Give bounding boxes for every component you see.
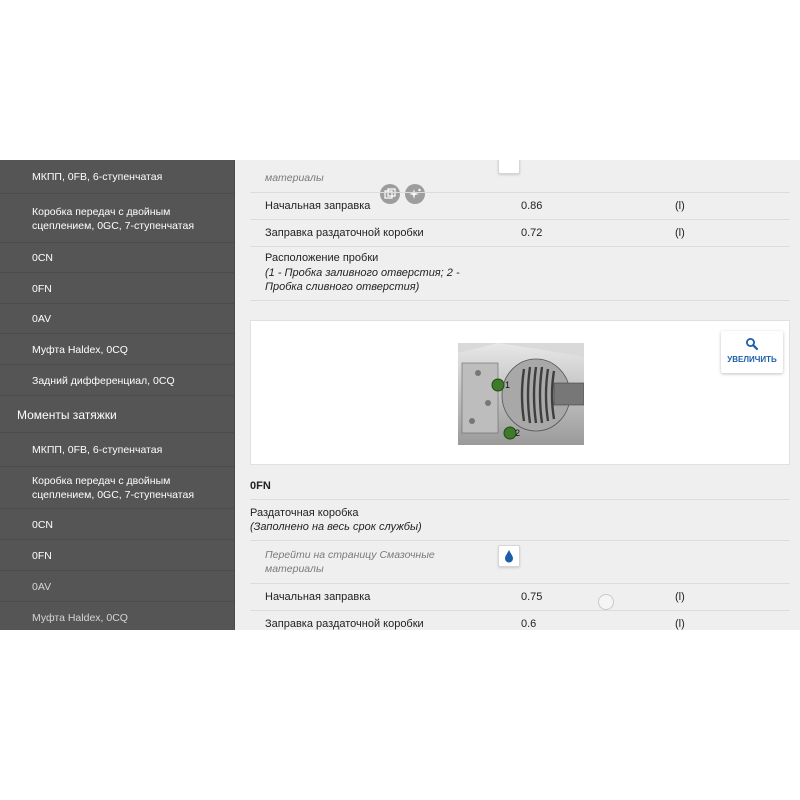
diagram-label-2: 2 (515, 428, 520, 438)
sidebar-item-haldex-0cq[interactable]: Муфта Haldex, 0CQ (0, 335, 235, 365)
lubricants-link-partial[interactable]: материалы (265, 171, 324, 185)
transfer-case-title: Раздаточная коробка (250, 507, 359, 519)
zoom-button-label: УВЕЛИЧИТЬ (727, 355, 777, 364)
table-row-transfer-fill: Заправка раздаточной коробки 0.72 (l) (250, 220, 790, 247)
table-row-0fn-transfer-fill: Заправка раздаточной коробки 0.6 (l) (250, 611, 790, 630)
transfer-case-diagram[interactable]: 1 2 (458, 343, 585, 445)
lubricants-button-partial[interactable] (498, 160, 520, 174)
sidebar-nav: МКПП, 0FB, 6-ступенчатая Коробка передач… (0, 160, 235, 630)
row-divider (250, 300, 790, 301)
zoom-button[interactable]: УВЕЛИЧИТЬ (721, 331, 783, 373)
plug-location-note: (1 - Пробка заливного отверстия; 2 - Про… (265, 267, 460, 293)
sidebar-item-torque-0fn[interactable]: 0FN (0, 541, 235, 571)
sidebar-item-mkpp-0fb[interactable]: МКПП, 0FB, 6-ступенчатая (0, 160, 235, 194)
sidebar-item-torque-mkpp-0fb[interactable]: МКПП, 0FB, 6-ступенчатая (0, 434, 235, 467)
table-row-0fn-initial-fill: Начальная заправка 0.75 (l) (250, 584, 790, 611)
plug-location-image-panel: 1 2 УВЕЛИЧИТЬ (250, 320, 790, 465)
water-drop-icon (505, 550, 513, 563)
sidebar-section-torque[interactable]: Моменты затяжки (0, 397, 235, 433)
transfer-case-subtitle: (Заполнено на весь срок службы) (250, 521, 422, 533)
sidebar-item-torque-dsg-0gc[interactable]: Коробка передач с двойным сцеплением, 0G… (0, 468, 235, 509)
table-row-initial-fill: Начальная заправка 0.86 (l) (250, 193, 790, 220)
cursor-indicator (598, 594, 614, 610)
row-divider (250, 540, 790, 541)
sidebar-item-torque-0cn[interactable]: 0CN (0, 510, 235, 540)
lubricants-button[interactable] (498, 545, 520, 567)
magnifier-icon (746, 338, 759, 351)
sidebar-item-0fn[interactable]: 0FN (0, 274, 235, 304)
main-content: материалы Начальная заправка 0.86 (l) За… (235, 160, 800, 630)
sidebar-item-dsg-0gc[interactable]: Коробка передач с двойным сцеплением, 0G… (0, 195, 235, 243)
sidebar-item-torque-0av[interactable]: 0AV (0, 572, 235, 602)
sidebar-item-0av[interactable]: 0AV (0, 305, 235, 334)
lubricants-link[interactable]: Перейти на страницу Смазочные материалы (265, 548, 445, 576)
row-divider (250, 499, 790, 500)
sidebar-item-rear-diff-0cq[interactable]: Задний дифференциал, 0CQ (0, 366, 235, 396)
sidebar-item-0cn[interactable]: 0CN (0, 244, 235, 273)
app-viewport: МКПП, 0FB, 6-ступенчатая Коробка передач… (0, 160, 800, 630)
plug-location-title: Расположение пробки (265, 252, 379, 264)
sidebar-item-torque-haldex-0cq[interactable]: Муфта Haldex, 0CQ (0, 603, 235, 630)
section-heading-0fn: 0FN (250, 480, 271, 492)
diagram-label-1: 1 (505, 380, 510, 390)
